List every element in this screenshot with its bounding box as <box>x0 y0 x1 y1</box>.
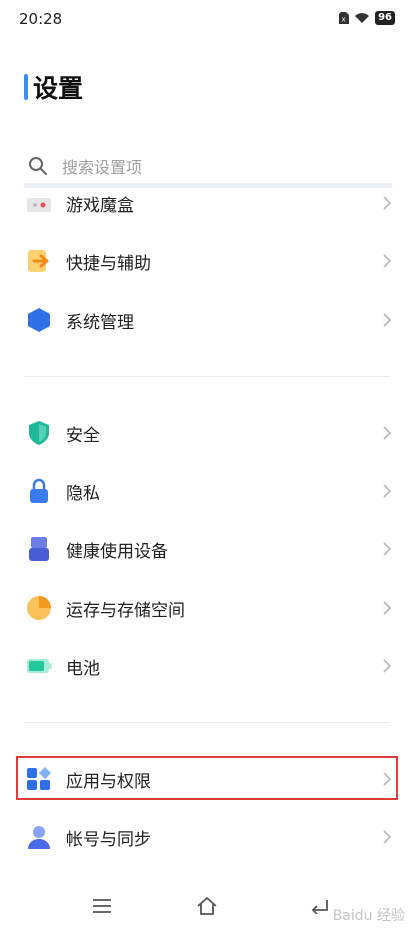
back-icon <box>311 900 328 914</box>
menu-icon <box>93 899 111 913</box>
wifi-icon <box>355 13 370 23</box>
home-icon <box>197 897 217 915</box>
pie-chart-icon <box>26 595 52 621</box>
group-divider <box>24 376 390 377</box>
chevron-right-icon <box>383 484 391 498</box>
chevron-right-icon <box>383 313 391 327</box>
settings-item-security[interactable]: 安全 <box>0 405 413 461</box>
settings-item-storage[interactable]: 运存与存储空间 <box>0 580 413 636</box>
person-icon <box>26 824 52 850</box>
settings-item-digital-wellbeing[interactable]: 健康使用设备 <box>0 521 413 577</box>
settings-item-account-sync[interactable]: 帐号与同步 <box>0 809 413 865</box>
settings-item-system[interactable]: 系统管理 <box>0 292 413 348</box>
chevron-right-icon <box>383 601 391 615</box>
settings-item-label: 运存与存储空间 <box>66 600 185 621</box>
navigation-bar: Baidu 经验 <box>0 880 413 931</box>
battery-icon <box>26 653 52 679</box>
title-accent-bar <box>24 74 28 100</box>
battery-indicator: 96 <box>375 11 395 25</box>
search-icon <box>29 157 47 175</box>
settings-item-label: 帐号与同步 <box>66 829 151 850</box>
settings-item-game-box[interactable]: 游戏魔盒 <box>0 175 413 231</box>
chevron-right-icon <box>383 659 391 673</box>
sim-card-icon: x <box>339 12 350 24</box>
settings-item-battery[interactable]: 电池 <box>0 638 413 694</box>
status-bar: 20:28 x 96 <box>0 0 413 36</box>
settings-item-privacy[interactable]: 隐私 <box>0 463 413 519</box>
svg-text:x: x <box>342 16 346 24</box>
shield-icon <box>26 420 52 446</box>
hourglass-icon <box>26 536 52 562</box>
shortcut-arrow-icon <box>26 248 52 274</box>
settings-item-label: 快捷与辅助 <box>66 253 151 274</box>
chevron-right-icon <box>383 254 391 268</box>
watermark: Baidu 经验 <box>332 908 405 924</box>
page-title: 设置 <box>24 69 83 105</box>
back-button[interactable] <box>306 892 334 920</box>
settings-item-label: 系统管理 <box>66 312 134 333</box>
highlight-box <box>16 756 398 800</box>
settings-item-label: 电池 <box>66 658 100 679</box>
chevron-right-icon <box>383 426 391 440</box>
settings-item-label: 隐私 <box>66 483 100 504</box>
status-time: 20:28 <box>19 10 63 28</box>
chevron-right-icon <box>383 196 391 210</box>
lock-icon <box>26 478 52 504</box>
chevron-right-icon <box>383 830 391 844</box>
group-divider <box>24 722 390 723</box>
chevron-right-icon <box>383 542 391 556</box>
hexagon-icon <box>26 307 52 333</box>
page-title-text: 设置 <box>33 74 84 103</box>
status-icons: x 96 <box>339 11 395 25</box>
settings-item-shortcuts[interactable]: 快捷与辅助 <box>0 233 413 289</box>
settings-item-label: 健康使用设备 <box>66 541 168 562</box>
settings-item-label: 安全 <box>66 425 100 446</box>
settings-item-label: 游戏魔盒 <box>66 195 134 216</box>
menu-button[interactable] <box>88 892 116 920</box>
home-button[interactable] <box>193 892 221 920</box>
game-box-icon <box>26 190 52 216</box>
